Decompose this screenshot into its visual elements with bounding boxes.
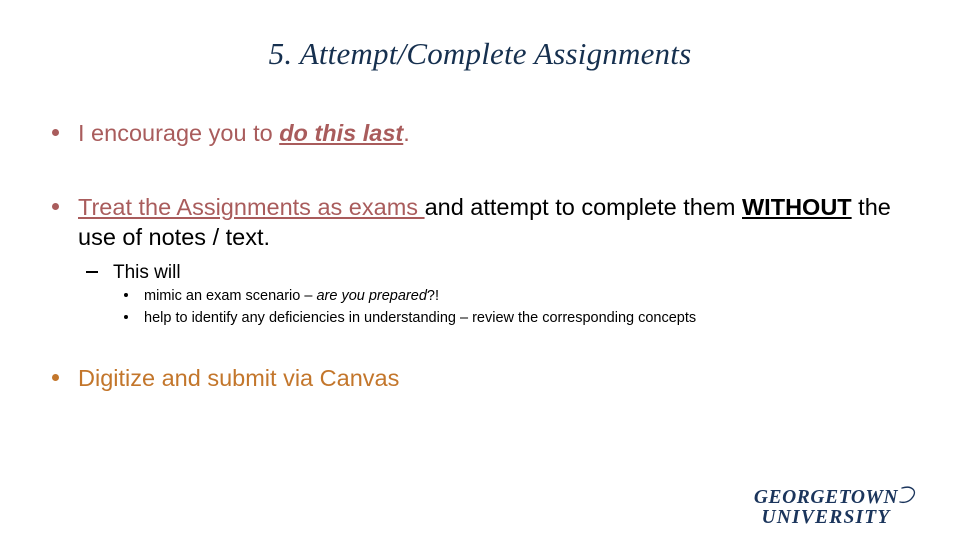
bullet-dash-icon — [86, 271, 98, 273]
sub-bullet-this-will-label: This will — [113, 262, 181, 283]
bullet-encourage-lead: I encourage you to — [78, 120, 280, 146]
mimic-italic: are you prepared — [316, 288, 427, 304]
bullet-item-encourage: I encourage you to do this last. — [0, 118, 960, 148]
sub-sub-bullet-deficiencies: help to identify any deficiencies in und… — [0, 307, 960, 329]
bullet-encourage-emphasis: do this last — [279, 120, 404, 146]
mimic-tail: ?! — [426, 288, 439, 304]
logo-line-2: UNIVERSITY — [761, 507, 891, 528]
georgetown-university-logo: GEORGETOWN UNIVERSITY — [726, 478, 926, 532]
sub-bullet-this-will: This will — [0, 260, 960, 285]
sub-sub-bullet-mimic: mimic an exam scenario – are you prepare… — [0, 285, 960, 307]
bullet-dot-icon — [52, 129, 59, 136]
page-title: 5. Attempt/Complete Assignments — [268, 36, 692, 71]
logo-swash-icon — [899, 486, 916, 504]
bullet-encourage-tail: . — [403, 120, 410, 146]
bullet-dot-icon — [52, 374, 59, 381]
logo-line-1: GEORGETOWN — [754, 487, 899, 508]
digitize-middle: and submit via — [155, 365, 320, 391]
bullet-dot-icon — [52, 203, 59, 210]
bullet-treat-underlined: Treat the Assignments as exams — [78, 194, 425, 220]
deficiencies-text: help to identify any deficiencies in und… — [144, 310, 697, 326]
digitize-word: Digitize — [78, 365, 156, 391]
canvas-word: Canvas — [319, 365, 400, 391]
mimic-lead: mimic an exam scenario – — [144, 288, 317, 304]
bullet-dot-small-icon — [124, 315, 128, 319]
bullet-item-treat-as-exams: Treat the Assignments as exams and attem… — [0, 192, 960, 252]
bullet-item-digitize: Digitize and submit via Canvas — [0, 363, 960, 393]
bullet-treat-black-1: and attempt to complete them — [424, 194, 742, 220]
bullet-dot-small-icon — [124, 293, 128, 297]
slide-canvas: 5. Attempt/Complete Assignments I encour… — [0, 0, 960, 540]
bullet-treat-without: WITHOUT — [742, 194, 852, 220]
slide-body: I encourage you to do this last. Treat t… — [0, 118, 960, 393]
